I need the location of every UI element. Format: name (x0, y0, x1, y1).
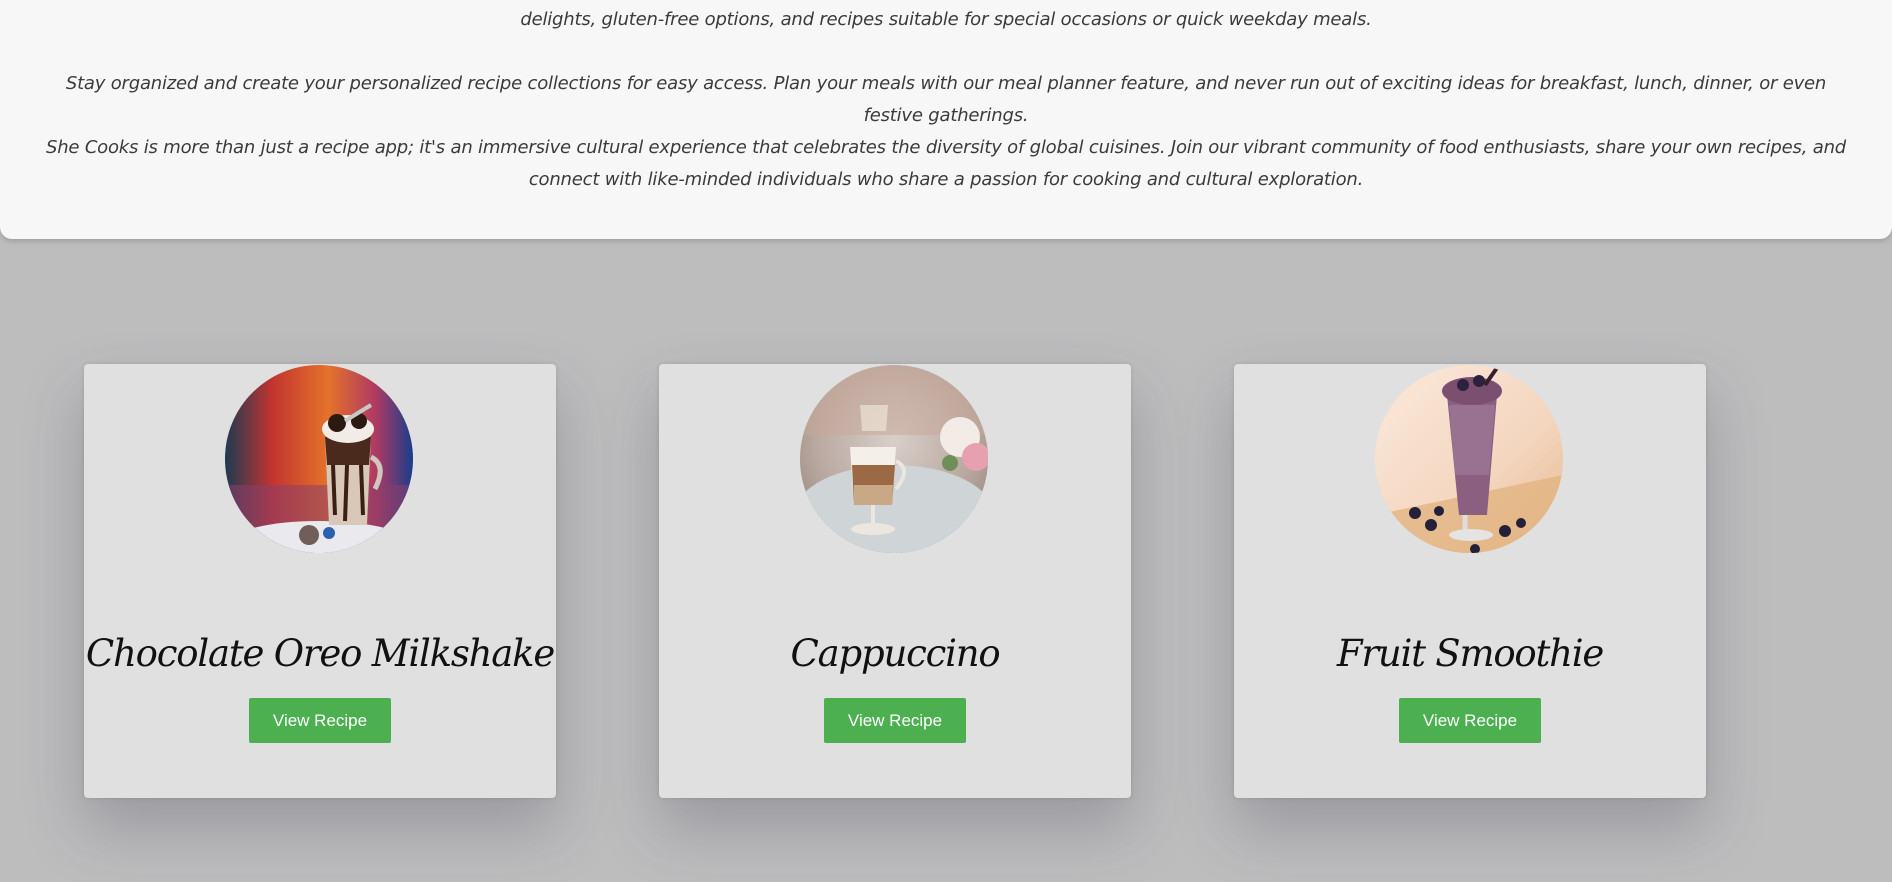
recipe-image-fruit-smoothie (1375, 365, 1563, 553)
recipe-card: Cappuccino View Recipe (659, 364, 1131, 798)
recipe-title: Cappuccino (790, 632, 1001, 675)
view-recipe-button[interactable]: View Recipe (824, 698, 966, 743)
recipe-title: Fruit Smoothie (1336, 632, 1604, 675)
intro-paragraph: Stay organized and create your personali… (65, 73, 1827, 126)
view-recipe-button[interactable]: View Recipe (249, 698, 391, 743)
recipe-image-chocolate-milkshake (225, 365, 413, 553)
recipe-image-cappuccino (800, 365, 988, 553)
view-recipe-button[interactable]: View Recipe (1399, 698, 1541, 743)
recipe-title: Chocolate Oreo Milkshake (85, 632, 555, 675)
intro-panel: delights, gluten-free options, and recip… (0, 0, 1892, 239)
intro-paragraph: She Cooks is more than just a recipe app… (45, 137, 1847, 190)
recipe-card: Fruit Smoothie View Recipe (1234, 364, 1706, 798)
intro-paragraph: delights, gluten-free options, and recip… (520, 9, 1372, 30)
recipe-card: Chocolate Oreo Milkshake View Recipe (84, 364, 556, 798)
